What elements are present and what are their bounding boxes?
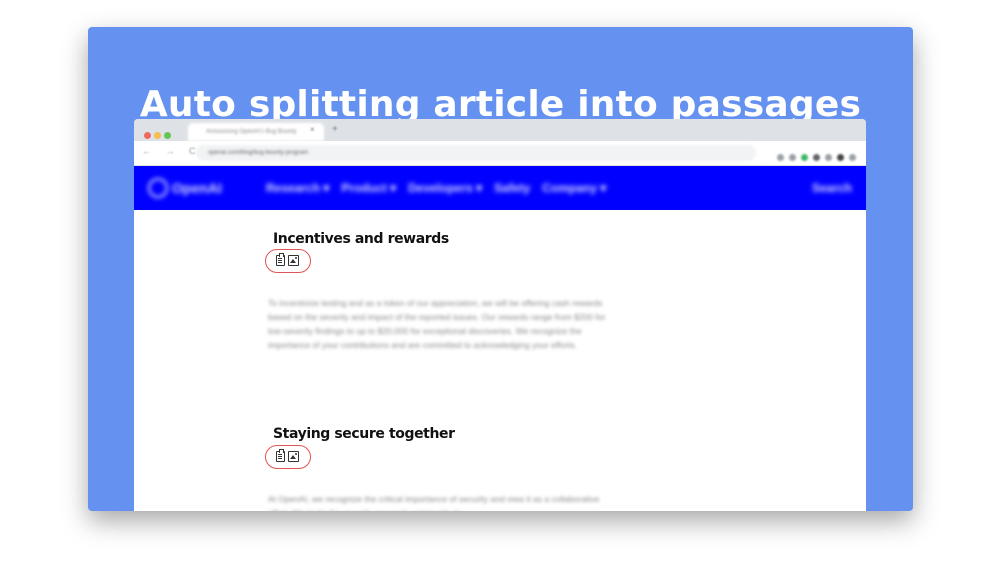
tab-close-icon[interactable]: × (310, 125, 315, 134)
url-field[interactable]: openai.com/blog/bug-bounty-program (196, 145, 756, 161)
extension-icons[interactable] (772, 148, 856, 166)
passage-actions-pill (265, 249, 311, 273)
section-paragraph: To incentivize testing and as a token of… (268, 298, 606, 350)
new-tab-icon[interactable]: + (332, 124, 338, 135)
clipboard-icon[interactable] (276, 253, 285, 266)
search-link[interactable]: Search (812, 178, 852, 198)
close-window-icon[interactable] (144, 132, 151, 139)
navigation-arrows-icon[interactable]: ← → C (142, 146, 202, 156)
site-logo[interactable]: OpenAI (172, 178, 222, 198)
nav-item-developers[interactable]: Developers ▾ (408, 181, 482, 195)
image-icon[interactable] (288, 255, 299, 266)
browser-tab[interactable]: Announcing OpenAI's Bug Bounty (188, 123, 324, 141)
puzzle-icon[interactable] (825, 154, 832, 161)
extension-icon[interactable] (801, 154, 808, 161)
tab-bar: Announcing OpenAI's Bug Bounty × + (134, 119, 866, 141)
extension-icon[interactable] (813, 154, 820, 161)
share-icon[interactable] (789, 154, 796, 161)
nav-item-company[interactable]: Company ▾ (542, 181, 606, 195)
nav-menu: Research ▾ Product ▾ Developers ▾ Safety Com… (266, 178, 618, 198)
article-content: Incentives and rewards To incentivize te… (134, 210, 866, 511)
section-paragraph: At OpenAI, we recognize the critical imp… (268, 494, 600, 511)
clipboard-icon[interactable] (276, 449, 285, 462)
bookmark-icon[interactable] (777, 154, 784, 161)
nav-item-safety[interactable]: Safety (494, 181, 530, 195)
profile-avatar-icon[interactable] (837, 154, 844, 161)
maximize-window-icon[interactable] (164, 132, 171, 139)
image-icon[interactable] (288, 451, 299, 462)
passage-actions-pill (265, 445, 311, 469)
browser-window: Announcing OpenAI's Bug Bounty × + ← → C… (134, 119, 866, 511)
slide-card: Auto splitting article into passages Ann… (88, 27, 913, 511)
section-heading: Incentives and rewards (273, 231, 449, 247)
nav-item-research[interactable]: Research ▾ (266, 181, 329, 195)
menu-dots-icon[interactable] (849, 154, 856, 161)
logo-icon[interactable] (148, 178, 168, 198)
site-navigation: OpenAI Research ▾ Product ▾ Developers ▾ Sa… (134, 166, 866, 210)
nav-item-product[interactable]: Product ▾ (341, 181, 396, 195)
address-bar-row: ← → C openai.com/blog/bug-bounty-program (134, 141, 866, 166)
section-heading: Staying secure together (273, 426, 455, 442)
minimize-window-icon[interactable] (154, 132, 161, 139)
